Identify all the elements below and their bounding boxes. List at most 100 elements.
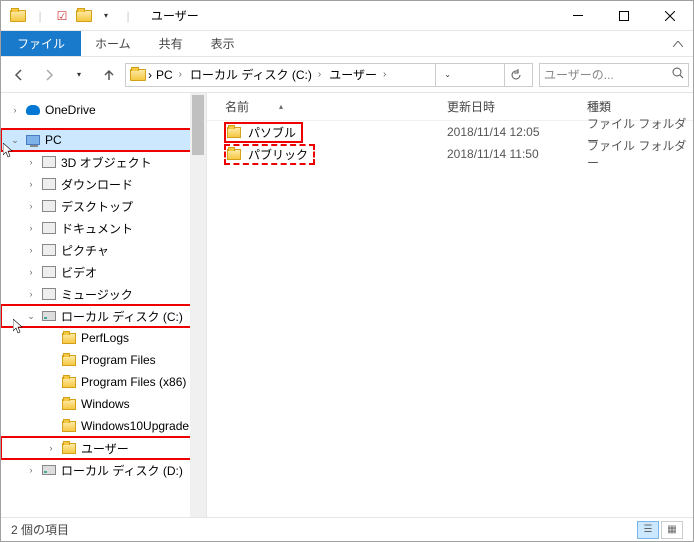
view-buttons: ☰ ▦ bbox=[637, 521, 683, 539]
folder-icon bbox=[130, 67, 146, 83]
drive-icon bbox=[41, 462, 57, 478]
file-date: 2018/11/14 12:05 bbox=[447, 125, 587, 139]
titlebar: | ☑ ▾ | ユーザー bbox=[1, 1, 693, 31]
tab-file[interactable]: ファイル bbox=[1, 31, 81, 56]
scrollbar[interactable] bbox=[190, 93, 206, 517]
video-icon bbox=[41, 264, 57, 280]
properties-icon[interactable]: ☑ bbox=[53, 7, 71, 25]
address-dropdown[interactable]: ⌄ bbox=[435, 63, 459, 87]
tree-item[interactable]: Program Files (x86) bbox=[1, 371, 206, 393]
expand-icon[interactable]: › bbox=[25, 156, 37, 168]
dl-icon bbox=[41, 176, 57, 192]
minimize-button[interactable] bbox=[555, 1, 601, 31]
folder-icon bbox=[226, 146, 242, 162]
column-type[interactable]: 種類 bbox=[587, 98, 693, 115]
explorer-body: › OneDrive ⌄ PC ›3D オブジェクト›ダウンロード›デスクトップ… bbox=[1, 93, 693, 517]
folder-icon bbox=[9, 7, 27, 25]
chevron-right-icon[interactable]: › bbox=[148, 68, 152, 82]
tree-item[interactable]: ›デスクトップ bbox=[1, 195, 206, 217]
column-name[interactable]: 名前 ▴ bbox=[207, 98, 447, 115]
folder-icon bbox=[61, 374, 77, 390]
recent-dropdown[interactable]: ▾ bbox=[65, 61, 93, 89]
maximize-button[interactable] bbox=[601, 1, 647, 31]
sort-indicator-icon: ▴ bbox=[279, 102, 283, 111]
tab-view[interactable]: 表示 bbox=[197, 31, 249, 56]
refresh-button[interactable] bbox=[504, 63, 528, 87]
folder-icon bbox=[61, 330, 77, 346]
expand-icon[interactable]: › bbox=[25, 222, 37, 234]
tree-label: PerfLogs bbox=[81, 331, 129, 345]
tree-onedrive[interactable]: › OneDrive bbox=[1, 99, 206, 121]
expand-icon[interactable]: › bbox=[25, 266, 37, 278]
qat-dropdown[interactable]: ▾ bbox=[97, 7, 115, 25]
back-button[interactable] bbox=[5, 61, 33, 89]
details-view-button[interactable]: ☰ bbox=[637, 521, 659, 539]
up-button[interactable] bbox=[95, 61, 123, 89]
breadcrumb-drive-c[interactable]: ローカル ディスク (C:)› bbox=[188, 66, 325, 83]
window-title: ユーザー bbox=[151, 7, 199, 24]
tree-item[interactable]: › ピクチャ bbox=[1, 239, 206, 261]
music-icon bbox=[41, 286, 57, 302]
tree-label: Program Files (x86) bbox=[81, 375, 186, 389]
expand-icon[interactable]: › bbox=[25, 244, 37, 256]
tree-label: ドキュメント bbox=[61, 220, 133, 237]
qat-separator: | bbox=[119, 7, 137, 25]
search-icon bbox=[672, 67, 684, 82]
column-date[interactable]: 更新日時 bbox=[447, 98, 587, 115]
expand-icon[interactable]: › bbox=[9, 104, 21, 116]
collapse-icon[interactable]: ⌄ bbox=[9, 134, 21, 146]
tree-item[interactable]: ›ビデオ bbox=[1, 261, 206, 283]
drive-icon bbox=[41, 308, 57, 324]
pc-icon bbox=[25, 132, 41, 148]
breadcrumb-pc[interactable]: PC› bbox=[154, 68, 186, 82]
folder-icon bbox=[61, 440, 77, 456]
tab-share[interactable]: 共有 bbox=[145, 31, 197, 56]
pic-icon bbox=[41, 242, 57, 258]
expand-icon[interactable]: › bbox=[45, 442, 57, 454]
tree-drive-d[interactable]: › ローカル ディスク (D:) bbox=[1, 459, 206, 481]
tree-item[interactable]: › ダウンロード bbox=[1, 173, 206, 195]
tree-drive-c[interactable]: ⌄ ローカル ディスク (C:) bbox=[1, 305, 206, 327]
tree-item[interactable]: Windows10Upgrade bbox=[1, 415, 206, 437]
file-type: ファイル フォルダー bbox=[587, 137, 693, 171]
navigation-tree[interactable]: › OneDrive ⌄ PC ›3D オブジェクト›ダウンロード›デスクトップ… bbox=[1, 93, 207, 517]
tree-users-folder[interactable]: › ユーザー bbox=[1, 437, 206, 459]
folder-icon bbox=[61, 396, 77, 412]
file-date: 2018/11/14 11:50 bbox=[447, 147, 587, 161]
collapse-icon[interactable]: ⌄ bbox=[25, 310, 37, 322]
tree-item[interactable]: › ドキュメント bbox=[1, 217, 206, 239]
collapse-ribbon-button[interactable] bbox=[663, 31, 693, 56]
icons-view-button[interactable]: ▦ bbox=[661, 521, 683, 539]
close-button[interactable] bbox=[647, 1, 693, 31]
search-placeholder: ユーザーの... bbox=[544, 66, 614, 83]
expand-icon[interactable]: › bbox=[25, 178, 37, 190]
tree-item[interactable]: ›3D オブジェクト bbox=[1, 151, 206, 173]
tree-item[interactable]: PerfLogs bbox=[1, 327, 206, 349]
folder-icon bbox=[61, 352, 77, 368]
tree-item[interactable]: Windows bbox=[1, 393, 206, 415]
expand-icon[interactable]: › bbox=[25, 200, 37, 212]
file-name: パブリック bbox=[248, 146, 308, 163]
tree-label: Windows10Upgrade bbox=[81, 419, 189, 433]
expand-icon[interactable]: › bbox=[25, 464, 37, 476]
tree-pc[interactable]: ⌄ PC bbox=[1, 129, 206, 151]
address-bar[interactable]: › PC› ローカル ディスク (C:)› ユーザー› ⌄ bbox=[125, 63, 533, 87]
search-input[interactable]: ユーザーの... bbox=[539, 63, 689, 87]
tree-label: ユーザー bbox=[81, 440, 129, 457]
tree-label: Windows bbox=[81, 397, 130, 411]
tree-label: ローカル ディスク (D:) bbox=[61, 462, 183, 479]
file-row[interactable]: パブリック2018/11/14 11:50ファイル フォルダー bbox=[207, 143, 693, 165]
desk-icon bbox=[41, 198, 57, 214]
tree-item[interactable]: Program Files bbox=[1, 349, 206, 371]
breadcrumb-users[interactable]: ユーザー› bbox=[327, 66, 390, 83]
tree-label: PC bbox=[45, 133, 62, 147]
tree-label: ダウンロード bbox=[61, 176, 133, 193]
tab-home[interactable]: ホーム bbox=[81, 31, 145, 56]
tree-label: ピクチャ bbox=[61, 242, 109, 259]
tree-item[interactable]: ›ミュージック bbox=[1, 283, 206, 305]
forward-button[interactable] bbox=[35, 61, 63, 89]
expand-icon[interactable]: › bbox=[25, 288, 37, 300]
navigation-bar: ▾ › PC› ローカル ディスク (C:)› ユーザー› ⌄ ユーザーの... bbox=[1, 57, 693, 93]
tree-label: Program Files bbox=[81, 353, 156, 367]
scrollbar-thumb[interactable] bbox=[192, 95, 204, 155]
